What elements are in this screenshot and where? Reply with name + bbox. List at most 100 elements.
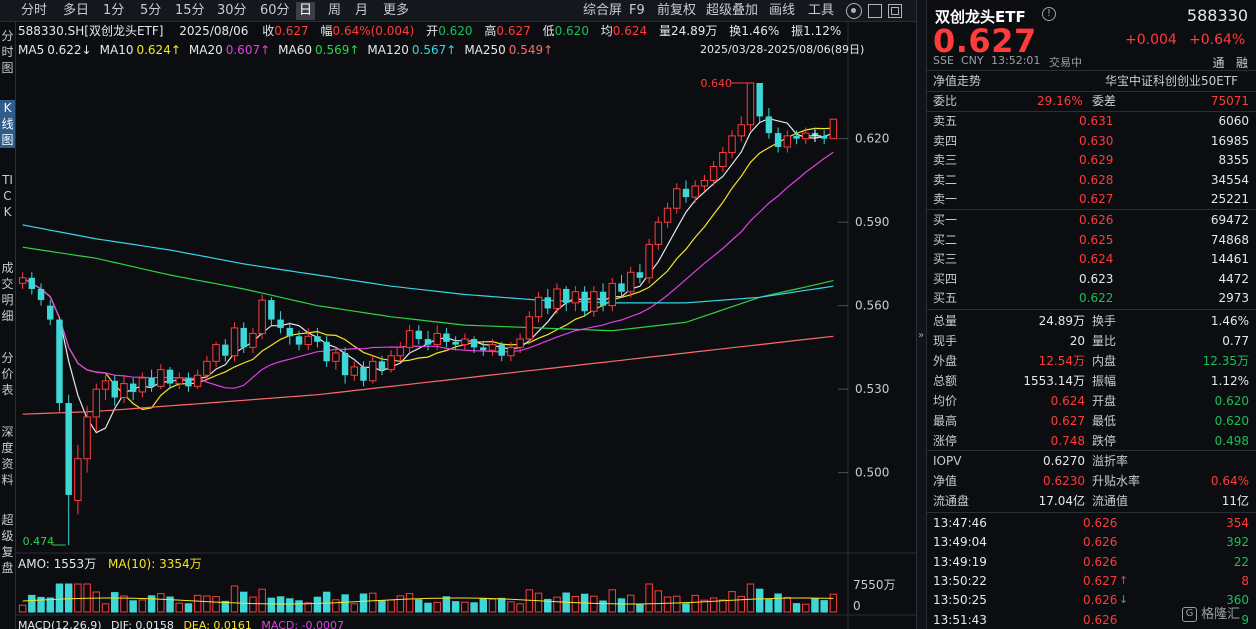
candle-body — [304, 335, 312, 346]
bid-row[interactable]: 买三 0.624 14461 — [927, 249, 1256, 269]
period-3[interactable]: 5分 — [137, 2, 164, 20]
ask-volume: 8355 — [1218, 153, 1249, 167]
stat-value: 0.627 — [1050, 414, 1085, 428]
side-tab-6[interactable]: 超级复盘 — [0, 512, 15, 576]
vol-axis-max: 7550万 — [853, 578, 896, 592]
side-tab-4[interactable]: 分价表 — [0, 350, 15, 398]
period-1[interactable]: 多日 — [60, 2, 92, 20]
candle-body — [774, 133, 782, 148]
side-tab-0[interactable]: 分时图 — [0, 28, 15, 76]
period-5[interactable]: 30分 — [214, 2, 250, 20]
candle-body — [682, 188, 690, 198]
volume-bar — [709, 597, 718, 613]
stat-label: 溢折率 — [1092, 454, 1129, 468]
bid-row[interactable]: 买四 0.623 4472 — [927, 269, 1256, 289]
side-tab-3[interactable]: 成交明细 — [0, 260, 15, 324]
candle-body — [83, 416, 91, 460]
volume-bar — [157, 593, 165, 613]
period-2[interactable]: 1分 — [100, 2, 127, 20]
stat-label: 开盘 — [1092, 394, 1117, 408]
price-change-pct: +0.64% — [1189, 32, 1246, 48]
volume-bar — [783, 596, 792, 613]
period-8[interactable]: 周 — [325, 2, 344, 20]
weibi-row: 委比 29.16% 委差 75071 — [933, 94, 1249, 108]
period-0[interactable]: 分时 — [18, 2, 50, 20]
volume-bar — [203, 595, 211, 613]
candle-body — [443, 333, 450, 342]
stat-label: 流通盘 — [933, 494, 970, 508]
window-layout-icon[interactable] — [888, 4, 902, 18]
ma-value-4: 0.567↑ — [411, 43, 457, 57]
ask-row[interactable]: 卖二 0.628 34554 — [927, 170, 1256, 190]
stat-row: 最高 0.627 最低 0.620 — [927, 411, 1256, 431]
volume-bar — [378, 600, 386, 613]
bid-row[interactable]: 买一 0.626 69472 — [927, 210, 1256, 230]
stat-value: 11亿 — [1221, 494, 1249, 508]
ask-row[interactable]: 卖三 0.629 8355 — [927, 150, 1256, 170]
ask-price: 0.631 — [1079, 114, 1114, 128]
toolbar-btn-2[interactable]: 前复权 — [657, 2, 696, 20]
candle-body — [405, 330, 414, 348]
window-restore-icon[interactable] — [868, 4, 882, 18]
candle-body — [700, 179, 709, 187]
toolbar-btn-4[interactable]: 画线 — [769, 2, 795, 20]
exchange: SSE — [933, 54, 954, 67]
bid-row[interactable]: 买二 0.625 74868 — [927, 230, 1256, 250]
volume-bar — [415, 599, 423, 613]
stat-row: 均价 0.624 开盘 0.620 — [927, 391, 1256, 411]
stat-label: 涨停 — [933, 434, 958, 448]
ask-volume: 6060 — [1218, 114, 1249, 128]
side-tab-1[interactable]: K线图 — [0, 100, 15, 148]
toolbar-btn-0[interactable]: 综合屏 — [583, 2, 622, 20]
candle-body — [793, 135, 800, 139]
volume-bar — [267, 597, 276, 613]
volume-bar — [682, 603, 690, 613]
info-icon[interactable]: ! — [1042, 7, 1056, 21]
panel-collapse-handle[interactable]: » — [916, 0, 926, 629]
period-9[interactable]: 月 — [352, 2, 371, 20]
stat-value: 0.6270 — [1043, 454, 1085, 468]
ytick-label-0: 0.500 — [855, 466, 889, 480]
side-tab-2[interactable]: TICK — [0, 172, 15, 220]
nav-row[interactable]: 净值走势 华宝中证科创创业50ETF — [927, 71, 1256, 91]
price-annotation-1: 0.474 — [23, 535, 54, 548]
date-range: 2025/03/28-2025/08/06(89日) — [700, 43, 865, 56]
candle-body — [212, 344, 220, 362]
side-tab-5[interactable]: 深度资料 — [0, 424, 15, 488]
stat-value: 0.6230 — [1043, 474, 1085, 488]
volume-bar — [654, 590, 663, 613]
stat-value: 0.620 — [1214, 394, 1249, 408]
ask-row[interactable]: 卖四 0.630 16985 — [927, 131, 1256, 151]
candle-body — [323, 341, 330, 362]
period-7[interactable]: 日 — [296, 2, 316, 20]
candle-body — [728, 135, 736, 154]
stat-value: 12.54万 — [1038, 354, 1085, 368]
toolbar-btn-5[interactable]: 工具 — [808, 2, 834, 20]
settings-gear-icon[interactable] — [846, 3, 862, 19]
volume-bar — [28, 594, 36, 613]
volume-bar — [212, 596, 220, 613]
price-annotations: 0.640 0.474 — [23, 77, 821, 548]
ask-row[interactable]: 卖五 0.631 6060 — [927, 111, 1256, 131]
ytick-label-3: 0.590 — [855, 215, 889, 229]
period-4[interactable]: 15分 — [172, 2, 208, 20]
period-6[interactable]: 60分 — [257, 2, 293, 20]
nav-link[interactable]: 净值走势 — [933, 71, 981, 91]
volume-bar — [424, 602, 432, 613]
candle-body — [562, 288, 570, 303]
candle-body — [111, 380, 118, 398]
candles — [18, 82, 838, 545]
toolbar-btn-3[interactable]: 超级叠加 — [706, 2, 758, 20]
toolbar-btn-1[interactable]: F9 — [629, 2, 645, 20]
volume-bar — [479, 598, 488, 613]
iopv-row: IOPV 0.6270 溢折率 — [927, 451, 1256, 471]
volume-bar — [755, 588, 764, 613]
period-10[interactable]: 更多 — [380, 2, 412, 20]
volume-bar — [18, 604, 27, 613]
bid-row[interactable]: 买五 0.622 2973 — [927, 288, 1256, 308]
bid-price: 0.624 — [1079, 252, 1114, 266]
kline-chart[interactable]: 0.500 0.530 0.560 0.590 0.620 0.640 0.474 — [0, 0, 916, 629]
bid-volume: 2973 — [1218, 291, 1249, 305]
volume-bar — [396, 595, 405, 613]
ask-row[interactable]: 卖一 0.627 25221 — [927, 189, 1256, 209]
